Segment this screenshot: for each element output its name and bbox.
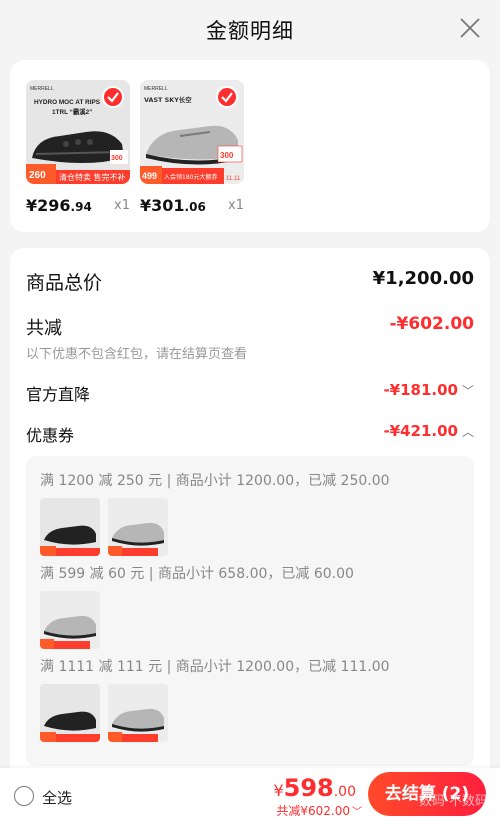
- discount-value: -¥602.00: [389, 314, 475, 334]
- official-discount-value: -¥181.00: [383, 381, 458, 399]
- product-item[interactable]: MERRELL HYDRO MOC AT RIPS 1TRL “霸溪2” 260…: [26, 80, 134, 215]
- price-decimal: .94: [70, 200, 92, 214]
- product-item[interactable]: MERRELL VAST SKY长空 499 入会领180元大额券 300 11…: [140, 80, 248, 215]
- product-thumbnail[interactable]: MERRELL VAST SKY长空 499 入会领180元大额券 300 11…: [140, 80, 244, 184]
- price-integer: ¥301: [140, 196, 185, 215]
- chevron-down-icon[interactable]: ﹀: [352, 807, 362, 818]
- sheet-title: 金额明细: [206, 19, 294, 43]
- price-integer: ¥296: [26, 196, 71, 215]
- coupon-product-thumbnail: [40, 684, 100, 742]
- coupon-product-thumbnail: [108, 498, 168, 556]
- chevron-up-icon[interactable]: ︿: [462, 423, 474, 440]
- selected-check-icon[interactable]: [216, 86, 238, 108]
- total-price-label: 商品总价: [26, 272, 103, 294]
- total-decimal: .00: [333, 784, 356, 800]
- product-subname-text: 1TRL “霸溪2”: [52, 107, 92, 116]
- select-all-radio[interactable]: [14, 786, 34, 806]
- coupon-product-thumbnail: [40, 591, 100, 649]
- coupon-breakdown: 满 1200 减 250 元 | 商品小计 1200.00，已减 250.00 …: [26, 456, 474, 766]
- product-price: ¥301.06: [140, 196, 206, 215]
- product-quantity: x1: [114, 198, 130, 213]
- product-name-text: HYDRO MOC AT RIPS: [34, 99, 101, 106]
- discount-label: 共减: [26, 318, 62, 339]
- side-price-text: 300: [111, 155, 123, 162]
- amount-detail-card: 商品总价 ¥1,200.00 共减 -¥602.00 以下优惠不包含红包，请在结…: [10, 248, 490, 808]
- product-brand-text: MERRELL: [30, 86, 54, 92]
- coupon-label: 优惠券: [26, 426, 75, 445]
- total-saved-text: 共减¥602.00: [276, 804, 350, 818]
- coupon-rule-text: 满 599 减 60 元 | 商品小计 658.00，已减 60.00: [40, 566, 354, 582]
- official-discount-row[interactable]: 官方直降 -¥181.00 ﹀: [26, 381, 474, 405]
- currency-symbol: ¥: [273, 781, 284, 800]
- coupon-row[interactable]: 优惠券 -¥421.00 ︿: [26, 422, 474, 446]
- coupon-rule-text: 满 1111 减 111 元 | 商品小计 1200.00，已减 111.00: [40, 659, 390, 675]
- product-brand-text: MERRELL: [144, 86, 168, 92]
- chevron-down-icon[interactable]: ﹀: [462, 382, 474, 399]
- badge-price-text: 499: [142, 171, 157, 181]
- badge-price-text: 260: [29, 170, 46, 181]
- side-price-text: 300: [220, 151, 234, 160]
- coupon-rule-text: 满 1200 减 250 元 | 商品小计 1200.00，已减 250.00: [40, 473, 390, 489]
- total-amount: ¥598.00: [273, 774, 356, 802]
- coupon-product-thumbnail: [108, 684, 168, 742]
- total-price-row: 商品总价 ¥1,200.00: [26, 268, 474, 294]
- promo-text: 入会领180元大额券: [164, 173, 217, 181]
- selected-products-card: MERRELL HYDRO MOC AT RIPS 1TRL “霸溪2” 260…: [10, 60, 490, 232]
- total-price-value: ¥1,200.00: [372, 268, 474, 289]
- select-all-label[interactable]: 全选: [42, 787, 72, 808]
- product-thumbnail[interactable]: MERRELL HYDRO MOC AT RIPS 1TRL “霸溪2” 260…: [26, 80, 130, 184]
- watermark-text: 数码 不数码: [418, 794, 488, 809]
- close-icon[interactable]: [458, 16, 482, 40]
- product-quantity: x1: [228, 198, 244, 213]
- total-saved[interactable]: 共减¥602.00 ﹀: [276, 802, 362, 819]
- discount-note: 以下优惠不包含红包，请在结算页查看: [26, 347, 248, 362]
- total-integer: 598: [283, 774, 334, 802]
- selected-check-icon[interactable]: [102, 86, 124, 108]
- official-discount-label: 官方直降: [26, 385, 91, 404]
- coupon-value: -¥421.00: [383, 422, 458, 440]
- coupon-product-thumbnail: [40, 498, 100, 556]
- discount-row: 共减 -¥602.00: [26, 314, 475, 339]
- side-note-text: 11.11: [226, 176, 241, 182]
- price-decimal: .06: [184, 200, 206, 214]
- promo-text: 清仓特卖 售完不补: [59, 172, 126, 182]
- product-price: ¥296.94: [26, 196, 92, 215]
- sheet-header: 金额明细: [0, 0, 500, 58]
- checkout-bar: 全选 ¥598.00 共减¥602.00 ﹀ 去结算 (2) 数码 不数码: [0, 768, 500, 819]
- product-name-text: VAST SKY长空: [144, 95, 192, 104]
